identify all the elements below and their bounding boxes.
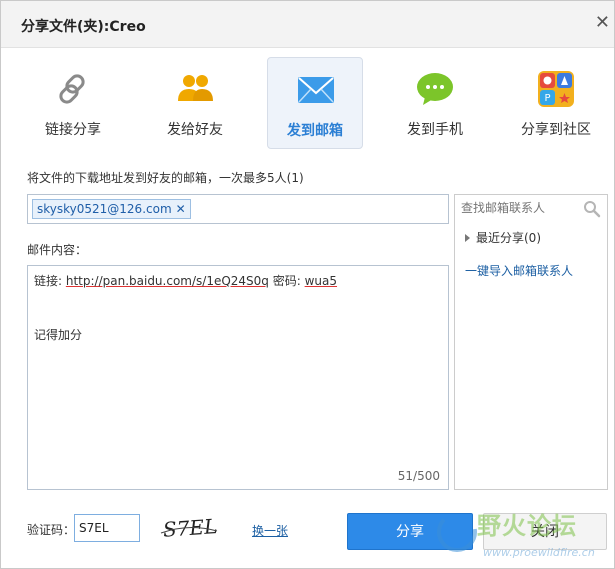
mail-icon bbox=[298, 77, 334, 103]
tab-label: 发到邮箱 bbox=[287, 123, 343, 139]
email-description: 将文件的下载地址发到好友的邮箱，一次最多5人(1) bbox=[27, 171, 304, 185]
message-note: 记得加分 bbox=[34, 328, 83, 342]
tab-link-share[interactable]: 链接分享 bbox=[25, 57, 121, 149]
remove-recipient-icon[interactable]: ✕ bbox=[176, 202, 186, 216]
forum-watermark: 野火论坛 www.proewildfire.cn bbox=[433, 506, 613, 566]
recipient-input[interactable]: skysky0521@126.com ✕ bbox=[27, 194, 449, 224]
tab-label: 发给好友 bbox=[167, 122, 223, 138]
share-code: wua5 bbox=[304, 274, 338, 288]
watermark-url: www.proewildfire.cn bbox=[483, 546, 595, 559]
chat-bubble-icon bbox=[417, 73, 453, 105]
tab-send-email[interactable]: 发到邮箱 bbox=[267, 57, 363, 149]
share-method-tabs: 链接分享 发给好友 发到邮箱 发到手机 P 分享到社区 bbox=[1, 57, 614, 149]
tab-label: 发到手机 bbox=[407, 122, 463, 138]
contacts-panel: 最近分享(0) 一键导入邮箱联系人 bbox=[454, 223, 608, 490]
captcha-label: 验证码： bbox=[27, 523, 76, 537]
link-icon bbox=[59, 74, 85, 104]
expand-arrow-icon bbox=[465, 234, 470, 242]
share-dialog: 分享文件(夹):Creo ✕ 链接分享 发给好友 发到邮箱 发到手机 P 分享到… bbox=[0, 0, 615, 569]
tab-share-community[interactable]: P 分享到社区 bbox=[508, 57, 604, 149]
recipient-email: skysky0521@126.com bbox=[37, 202, 172, 216]
captcha-image: S7EL bbox=[160, 514, 218, 542]
link-prefix: 链接: bbox=[34, 274, 66, 288]
refresh-captcha-link[interactable]: 换一张 bbox=[252, 522, 288, 539]
import-contacts-link[interactable]: 一键导入邮箱联系人 bbox=[465, 262, 573, 279]
tab-label: 链接分享 bbox=[45, 122, 101, 138]
message-textarea[interactable]: 链接: http://pan.baidu.com/s/1eQ24S0q 密码: … bbox=[27, 265, 449, 490]
svg-text:P: P bbox=[544, 93, 550, 104]
char-counter: 51/500 bbox=[397, 469, 440, 483]
close-icon[interactable]: ✕ bbox=[595, 14, 610, 32]
watermark-logo-icon bbox=[437, 512, 477, 552]
contact-search-input[interactable] bbox=[459, 200, 583, 216]
search-icon[interactable] bbox=[583, 200, 601, 218]
captcha-input[interactable] bbox=[74, 514, 140, 542]
code-label: 密码: bbox=[268, 274, 305, 288]
message-link-line: 链接: http://pan.baidu.com/s/1eQ24S0q 密码: … bbox=[34, 272, 337, 289]
community-icon: P bbox=[538, 71, 574, 107]
tab-label: 分享到社区 bbox=[521, 122, 591, 138]
recent-shares-label: 最近分享(0) bbox=[476, 231, 541, 245]
watermark-title: 野火论坛 bbox=[477, 512, 577, 540]
tab-send-friends[interactable]: 发给好友 bbox=[147, 57, 243, 149]
message-label: 邮件内容： bbox=[27, 243, 88, 257]
share-url: http://pan.baidu.com/s/1eQ24S0q bbox=[65, 274, 269, 288]
contact-search-field[interactable] bbox=[454, 194, 608, 224]
recent-shares-toggle[interactable]: 最近分享(0) bbox=[465, 229, 541, 246]
recipient-chip: skysky0521@126.com ✕ bbox=[32, 199, 191, 219]
tab-send-phone[interactable]: 发到手机 bbox=[387, 57, 483, 149]
dialog-title: 分享文件(夹):Creo bbox=[21, 19, 146, 35]
friends-icon bbox=[178, 75, 213, 101]
title-bar: 分享文件(夹):Creo ✕ bbox=[1, 1, 614, 48]
